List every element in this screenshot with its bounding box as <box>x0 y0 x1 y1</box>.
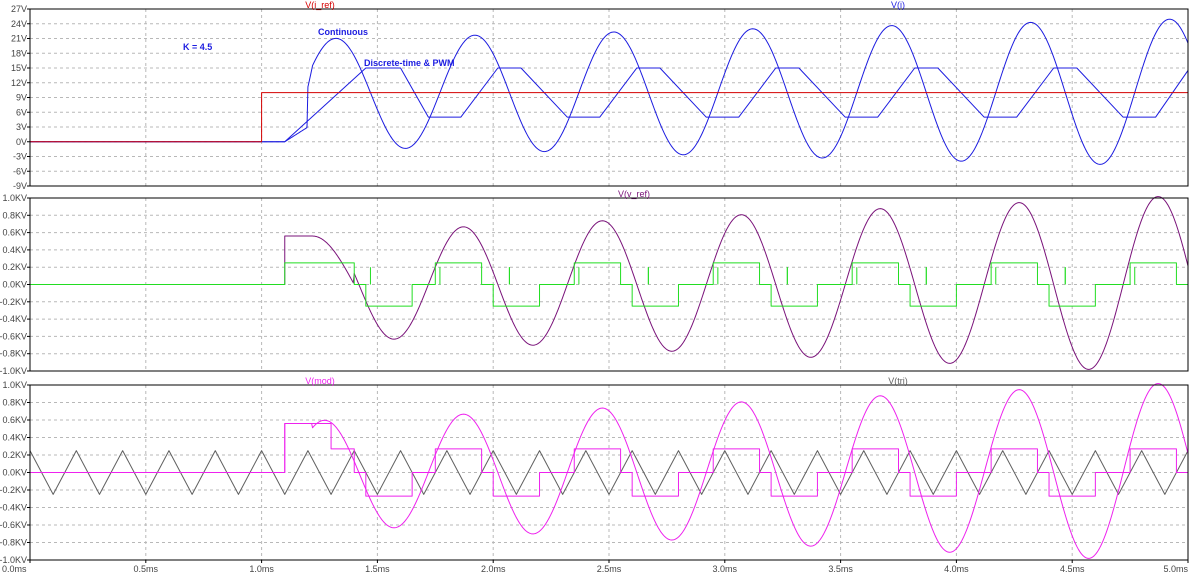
y-tick-label: 1.0KV <box>2 380 27 390</box>
y-tick-label: 1.0KV <box>2 193 27 203</box>
label-layer: 27V 24V 21V 18V 15V 12V 9V 6V 3V 0V -3V -6V -9V V(i_r… <box>0 0 1188 574</box>
y-tick-label: -3V <box>13 152 27 162</box>
y-tick-label: -6V <box>13 166 27 176</box>
trace-label-red: V(i_ref) <box>305 0 335 10</box>
y-tick-label: -0.4KV <box>0 503 27 513</box>
waveform-viewer: 27V 24V 21V 18V 15V 12V 9V 6V 3V 0V -3V -6V -9V V(i_r… <box>0 0 1200 577</box>
y-tick-label: -0.6KV <box>0 331 27 341</box>
x-tick-label: 5.0ms <box>1163 564 1188 574</box>
x-tick-label: 4.0ms <box>944 564 969 574</box>
y-tick-label: -1.0KV <box>0 366 27 376</box>
y-tick-label: -0.6KV <box>0 520 27 530</box>
y-tick-label: 15V <box>11 63 27 73</box>
x-tick-label: 4.5ms <box>1060 564 1085 574</box>
x-tick-label: 1.5ms <box>365 564 390 574</box>
x-tick-label: 3.0ms <box>713 564 738 574</box>
y-tick-label: -0.2KV <box>0 297 27 307</box>
y-tick-label: 21V <box>11 34 27 44</box>
y-tick-label: -0.8KV <box>0 538 27 548</box>
y-tick-label: 0.8KV <box>2 398 27 408</box>
y-tick-label: -9V <box>13 181 27 191</box>
annotation-gain: K = 4.5 <box>183 42 212 52</box>
x-tick-label: 2.0ms <box>481 564 506 574</box>
y-tick-label: 24V <box>11 19 27 29</box>
trace-label-purple: V(v_ref) <box>618 189 650 199</box>
y-tick-label: -0.4KV <box>0 314 27 324</box>
y-tick-label: 0.6KV <box>2 228 27 238</box>
x-tick-label: 0.5ms <box>134 564 159 574</box>
y-tick-label: 0.2KV <box>2 450 27 460</box>
y-tick-label: 18V <box>11 48 27 58</box>
x-tick-label: 2.5ms <box>597 564 622 574</box>
waveform-plot-area: 27V 24V 21V 18V 15V 12V 9V 6V 3V 0V -3V -6V -9V V(i_r… <box>0 0 1189 574</box>
y-tick-label: 6V <box>16 107 27 117</box>
y-tick-label: 0.8KV <box>2 210 27 220</box>
y-tick-label: 0.0KV <box>2 468 27 478</box>
y-tick-label: 27V <box>11 4 27 14</box>
y-tick-label: 9V <box>16 93 27 103</box>
trace-label-gray: V(tri) <box>888 376 908 386</box>
y-tick-label: 3V <box>16 122 27 132</box>
x-tick-label: 0.0ms <box>2 564 27 574</box>
annotation-discrete: Discrete-time & PWM <box>364 58 455 68</box>
trace-label-blue: V(i) <box>891 0 905 10</box>
x-tick-label: 3.5ms <box>828 564 853 574</box>
y-tick-label: 0V <box>16 137 27 147</box>
y-tick-label: -0.8KV <box>0 349 27 359</box>
y-tick-label: 12V <box>11 78 27 88</box>
y-tick-label: 0.4KV <box>2 433 27 443</box>
y-tick-label: 0.6KV <box>2 415 27 425</box>
y-tick-label: 0.4KV <box>2 245 27 255</box>
y-tick-label: 0.0KV <box>2 280 27 290</box>
x-tick-label: 1.0ms <box>249 564 274 574</box>
y-tick-label: -0.2KV <box>0 485 27 495</box>
annotation-continuous: Continuous <box>318 27 368 37</box>
trace-label-magenta: V(mod) <box>305 376 335 386</box>
y-tick-label: 0.2KV <box>2 262 27 272</box>
